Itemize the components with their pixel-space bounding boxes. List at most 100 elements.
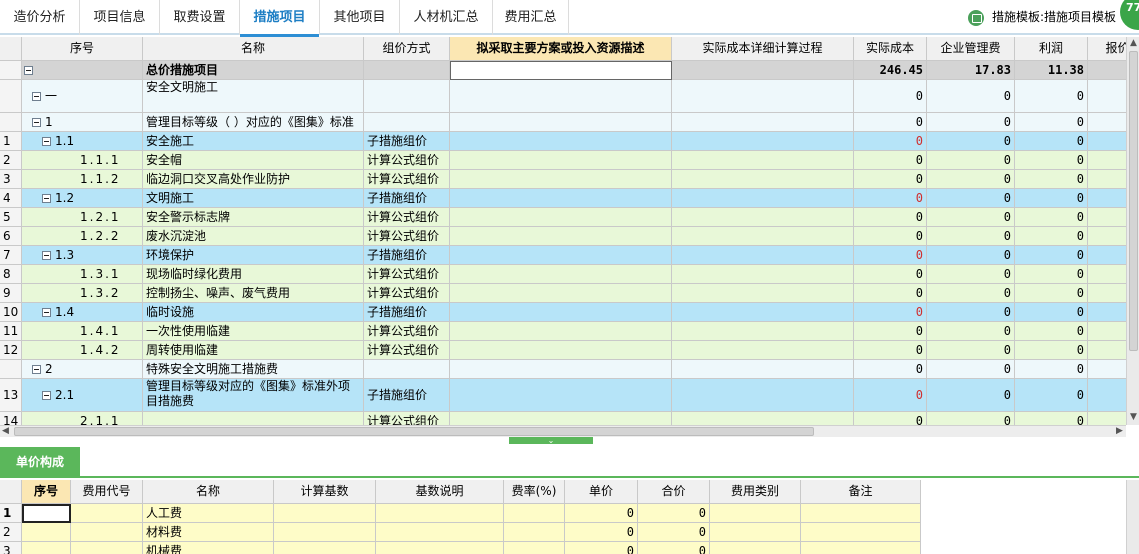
name-cell[interactable] (143, 412, 364, 425)
plan-cell[interactable] (450, 412, 672, 425)
profit-cell[interactable]: 0 (1015, 303, 1088, 322)
actual-cost-cell[interactable]: 0 (854, 303, 927, 322)
up-cell[interactable] (376, 523, 504, 542)
calc-process-cell[interactable] (672, 113, 854, 132)
name-cell[interactable]: 临时设施 (143, 303, 364, 322)
tab-0[interactable]: 造价分析 (0, 0, 80, 35)
actual-cost-cell[interactable]: 0 (854, 379, 927, 412)
mgmt-fee-cell[interactable]: 0 (927, 379, 1015, 412)
up-cell[interactable] (376, 542, 504, 554)
quote-cell[interactable] (1088, 322, 1126, 341)
name-cell[interactable]: 安全警示标志牌 (143, 208, 364, 227)
tab-4[interactable]: 其他项目 (320, 0, 400, 35)
actual-cost-cell[interactable]: 0 (854, 170, 927, 189)
profit-cell[interactable]: 0 (1015, 170, 1088, 189)
profit-cell[interactable]: 0 (1015, 113, 1088, 132)
seq-cell[interactable]: 1.2.2 (22, 227, 143, 246)
collapse-toggle-icon[interactable] (42, 194, 51, 203)
calc-process-cell[interactable] (672, 303, 854, 322)
collapse-toggle-icon[interactable] (42, 308, 51, 317)
calc-process-cell[interactable] (672, 322, 854, 341)
measures-horizontal-scrollbar[interactable]: ◀ ▶ (0, 425, 1126, 437)
profit-cell[interactable]: 0 (1015, 265, 1088, 284)
mgmt-fee-cell[interactable]: 0 (927, 322, 1015, 341)
scroll-down-icon[interactable]: ▼ (1129, 413, 1138, 422)
calc-process-cell[interactable] (672, 189, 854, 208)
method-cell[interactable]: 子措施组价 (364, 303, 450, 322)
up-cell[interactable] (22, 542, 71, 554)
seq-cell[interactable]: 1.1.2 (22, 170, 143, 189)
calc-process-cell[interactable] (672, 132, 854, 151)
actual-cost-cell[interactable]: 0 (854, 227, 927, 246)
tab-2[interactable]: 取费设置 (160, 0, 240, 35)
up-cell[interactable] (376, 504, 504, 523)
profit-cell[interactable]: 0 (1015, 379, 1088, 412)
profit-cell[interactable]: 11.38 (1015, 61, 1088, 80)
seq-cell[interactable]: 1.3 (22, 246, 143, 265)
name-cell[interactable]: 一次性使用临建 (143, 322, 364, 341)
method-cell[interactable] (364, 360, 450, 379)
quote-cell[interactable] (1088, 246, 1126, 265)
method-cell[interactable]: 计算公式组价 (364, 322, 450, 341)
profit-cell[interactable]: 0 (1015, 208, 1088, 227)
name-cell[interactable]: 现场临时绿化费用 (143, 265, 364, 284)
seq-cell[interactable]: 1.2 (22, 189, 143, 208)
plan-cell[interactable] (450, 208, 672, 227)
name-cell[interactable]: 环境保护 (143, 246, 364, 265)
calc-process-cell[interactable] (672, 284, 854, 303)
up-total-cell[interactable]: 0 (638, 504, 710, 523)
method-cell[interactable] (364, 80, 450, 113)
method-cell[interactable]: 计算公式组价 (364, 208, 450, 227)
quote-cell[interactable] (1088, 151, 1126, 170)
method-cell[interactable]: 子措施组价 (364, 132, 450, 151)
mgmt-fee-cell[interactable]: 0 (927, 170, 1015, 189)
up-cell[interactable] (274, 542, 376, 554)
calc-process-cell[interactable] (672, 80, 854, 113)
actual-cost-cell[interactable]: 0 (854, 265, 927, 284)
measures-vertical-scrollbar[interactable]: ▲ ▼ (1126, 37, 1139, 425)
up-cell[interactable] (710, 542, 801, 554)
actual-cost-cell[interactable]: 0 (854, 113, 927, 132)
up-cell[interactable] (22, 523, 71, 542)
plan-cell[interactable] (450, 246, 672, 265)
seq-cell[interactable]: 1.3.1 (22, 265, 143, 284)
up-total-cell[interactable]: 0 (638, 523, 710, 542)
mgmt-fee-cell[interactable]: 0 (927, 341, 1015, 360)
calc-process-cell[interactable] (672, 61, 854, 80)
quote-cell[interactable] (1088, 227, 1126, 246)
calc-process-cell[interactable] (672, 341, 854, 360)
quote-cell[interactable] (1088, 132, 1126, 151)
method-cell[interactable]: 计算公式组价 (364, 265, 450, 284)
actual-cost-cell[interactable]: 0 (854, 80, 927, 113)
calc-process-cell[interactable] (672, 170, 854, 189)
up-cell[interactable] (801, 504, 921, 523)
method-cell[interactable]: 计算公式组价 (364, 170, 450, 189)
quote-cell[interactable] (1088, 189, 1126, 208)
name-cell[interactable]: 周转使用临建 (143, 341, 364, 360)
up-cell[interactable] (71, 504, 143, 523)
mgmt-fee-cell[interactable]: 0 (927, 284, 1015, 303)
seq-cell[interactable]: 2.1.1 (22, 412, 143, 425)
method-cell[interactable]: 子措施组价 (364, 379, 450, 412)
calc-process-cell[interactable] (672, 227, 854, 246)
seq-cell[interactable]: 1 (22, 113, 143, 132)
up-cell[interactable] (274, 523, 376, 542)
profit-cell[interactable]: 0 (1015, 322, 1088, 341)
seq-cell[interactable]: 2.1 (22, 379, 143, 412)
up-cell[interactable] (71, 523, 143, 542)
plan-cell[interactable] (450, 132, 672, 151)
mgmt-fee-cell[interactable]: 0 (927, 208, 1015, 227)
mgmt-fee-cell[interactable]: 0 (927, 151, 1015, 170)
plan-cell[interactable] (450, 341, 672, 360)
name-cell[interactable]: 安全文明施工 (143, 80, 364, 113)
quote-cell[interactable] (1088, 341, 1126, 360)
quote-cell[interactable]: 27 (1088, 61, 1126, 80)
quote-cell[interactable] (1088, 360, 1126, 379)
quote-cell[interactable] (1088, 303, 1126, 322)
scroll-left-icon[interactable]: ◀ (2, 426, 9, 437)
actual-cost-cell[interactable]: 0 (854, 412, 927, 425)
name-cell[interactable]: 管理目标等级（ ）对应的《图集》标准内项目措施费 (143, 113, 364, 132)
seq-cell[interactable]: 1.4.1 (22, 322, 143, 341)
mgmt-fee-cell[interactable]: 0 (927, 246, 1015, 265)
profit-cell[interactable]: 0 (1015, 151, 1088, 170)
